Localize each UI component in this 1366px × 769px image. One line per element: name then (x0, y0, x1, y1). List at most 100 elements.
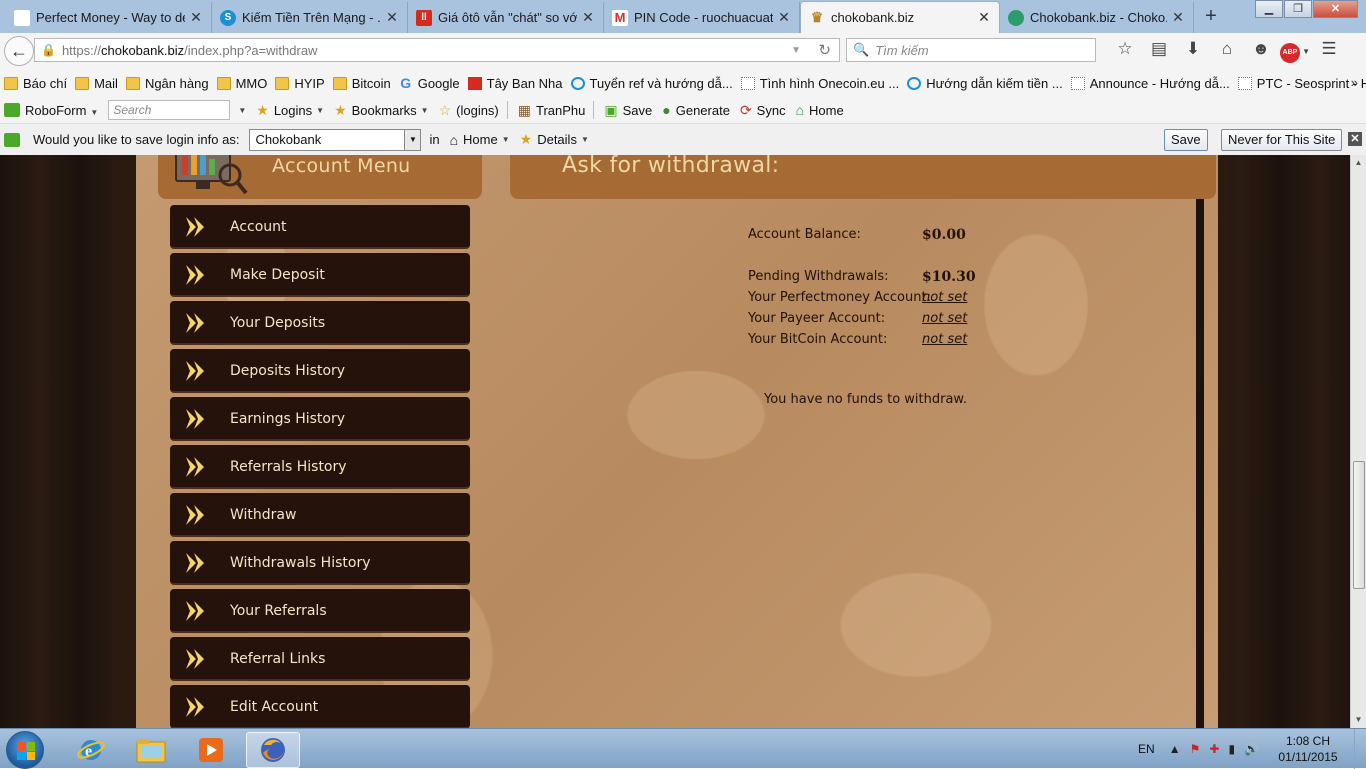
account-balance-value: $0.00 (922, 227, 966, 243)
bookmark-ptc[interactable]: PTC - Seosprint - Hướ... (1237, 76, 1366, 91)
bookmark-ngan-hang[interactable]: Ngân hàng (125, 76, 209, 91)
login-name-select[interactable]: Chokobank ▼ (249, 128, 422, 151)
bookmark-google[interactable]: G Google (399, 76, 459, 91)
menu-icon[interactable]: ☰ (1312, 39, 1346, 63)
menu-item-withdraw[interactable]: Withdraw (170, 493, 470, 537)
menu-item-earnings-history[interactable]: Earnings History (170, 397, 470, 441)
folder-select[interactable]: ⌂ Home ▼ (450, 132, 510, 148)
tab-perfect-money[interactable]: Perfect Money - Way to dev... ✕ (6, 2, 212, 33)
roboform-save-button[interactable]: ▣ Save (604, 102, 652, 119)
search-input[interactable]: 🔍 Tìm kiếm (846, 38, 1096, 62)
menu-item-account[interactable]: Account (170, 205, 470, 249)
menu-item-referrals-history[interactable]: Referrals History (170, 445, 470, 489)
roboform-search-input[interactable]: Search (108, 100, 231, 120)
vertical-scrollbar[interactable]: ▲ ▼ (1350, 155, 1366, 728)
bookmark-huong-dan[interactable]: Hướng dẫn kiếm tiền ... (907, 76, 1063, 91)
signal-icon[interactable]: ▮ (1228, 742, 1235, 756)
reload-icon[interactable]: ↻ (818, 41, 831, 59)
scroll-up-icon[interactable]: ▲ (1351, 155, 1366, 171)
network-warning-icon[interactable]: ⚑ (1190, 742, 1201, 756)
show-desktop-button[interactable] (1354, 729, 1366, 769)
new-tab-button[interactable]: + (1200, 4, 1222, 28)
url-bar[interactable]: 🔒 https://chokobank.biz/index.php?a=with… (34, 38, 840, 62)
menu-item-edit-account[interactable]: Edit Account (170, 685, 470, 728)
menu-item-your-referrals[interactable]: Your Referrals (170, 589, 470, 633)
close-tab-icon[interactable]: ✕ (581, 9, 595, 26)
menu-item-make-deposit[interactable]: Make Deposit (170, 253, 470, 297)
chat-icon[interactable]: ☻ (1244, 39, 1278, 63)
close-bar-icon[interactable]: ✕ (1348, 132, 1362, 146)
close-tab-icon[interactable]: ✕ (189, 9, 203, 26)
bookmark-star-icon[interactable]: ☆ (1108, 39, 1142, 63)
account-menu: Account Make Deposit Your Deposits Depos… (170, 205, 470, 728)
roboform-menu[interactable]: RoboForm ▼ (25, 103, 98, 118)
history-dropdown-icon[interactable]: ▼ (791, 45, 801, 56)
minimize-button[interactable]: ▁ (1255, 0, 1283, 18)
action-center-icon[interactable]: ✚ (1209, 742, 1219, 756)
bookmark-tuyen-ref[interactable]: Tuyển ref và hướng dẫ... (570, 76, 733, 91)
bookmark-announce[interactable]: Announce - Hướng dẫ... (1070, 76, 1230, 91)
tab-gia-oto[interactable]: ll Giá ôtô vẫn "chát" so vớ... ✕ (408, 2, 604, 33)
tranphu-button[interactable]: ▦ TranPhu (518, 102, 586, 119)
tab-kiem-tien[interactable]: S Kiếm Tiền Trên Mạng - ... ✕ (212, 2, 408, 33)
window-controls: ▁ ❐ ✕ (1254, 0, 1358, 18)
more-bookmarks-icon[interactable]: » (1351, 75, 1358, 90)
language-indicator[interactable]: EN (1138, 742, 1155, 756)
search-dropdown-icon[interactable]: ▼ (238, 106, 246, 115)
bookmark-tay-ban-nha[interactable]: Tây Ban Nha (467, 76, 563, 91)
generate-button[interactable]: ● Generate (662, 102, 730, 118)
menu-item-deposits-history[interactable]: Deposits History (170, 349, 470, 393)
folder-label: Home (463, 132, 498, 147)
close-tab-icon[interactable]: ✕ (1171, 9, 1185, 26)
media-player-button[interactable] (184, 732, 238, 768)
explorer-button[interactable] (124, 732, 178, 768)
double-arrow-icon (186, 649, 204, 669)
roboform-home-button[interactable]: ⌂ Home (796, 102, 844, 118)
logins-paren-button[interactable]: ☆ (logins) (439, 102, 499, 119)
clock[interactable]: 1:08 CH 01/11/2015 (1268, 733, 1348, 765)
bookmark-bitcoin[interactable]: Bitcoin (332, 76, 391, 91)
sync-button[interactable]: ⟳ Sync (740, 102, 786, 119)
menu-item-referral-links[interactable]: Referral Links (170, 637, 470, 681)
show-hidden-icons[interactable]: ▲ (1169, 742, 1181, 756)
bookmark-onecoin[interactable]: Tình hình Onecoin.eu ... (740, 76, 899, 91)
separator (593, 101, 595, 119)
pending-withdrawals-label: Pending Withdrawals: (748, 269, 889, 284)
menu-item-your-deposits[interactable]: Your Deposits (170, 301, 470, 345)
logins-menu[interactable]: ★ Logins ▼ (256, 102, 324, 119)
adblock-button[interactable]: ABP ▼ (1278, 39, 1312, 63)
home-icon: ⌂ (795, 102, 805, 118)
save-login-bar: Would you like to save login info as: Ch… (0, 123, 1366, 155)
tab-chokobank-active[interactable]: ♛ chokobank.biz ✕ (800, 1, 1000, 33)
bookmarks-menu[interactable]: ★ Bookmarks ▼ (334, 102, 429, 119)
generate-icon: ● (662, 102, 671, 118)
download-icon[interactable]: ⬇ (1176, 39, 1210, 63)
double-arrow-icon (186, 217, 204, 237)
back-button[interactable]: ← (4, 36, 34, 66)
close-window-button[interactable]: ✕ (1313, 0, 1358, 18)
restore-button[interactable]: ❐ (1284, 0, 1312, 18)
firefox-button[interactable] (246, 732, 300, 768)
internet-explorer-button[interactable]: e (64, 732, 118, 768)
never-for-site-button[interactable]: Never for This Site (1221, 129, 1343, 151)
start-button[interactable] (6, 731, 44, 769)
tab-pin-code[interactable]: M PIN Code - ruochuacuat... ✕ (604, 2, 800, 33)
home-icon[interactable]: ⌂ (1210, 39, 1244, 63)
bookmark-bao-chi[interactable]: Báo chí (4, 76, 67, 91)
details-menu[interactable]: ★ Details ▼ (520, 131, 589, 148)
bookmark-mmo[interactable]: MMO (216, 76, 267, 91)
scroll-thumb[interactable] (1353, 461, 1365, 589)
scroll-down-icon[interactable]: ▼ (1351, 712, 1366, 728)
close-tab-icon[interactable]: ✕ (385, 9, 399, 26)
bookmark-mail[interactable]: Mail (75, 76, 118, 91)
bookmark-hyip[interactable]: HYIP (275, 76, 325, 91)
menu-item-withdrawals-history[interactable]: Withdrawals History (170, 541, 470, 585)
perfectmoney-label: Your Perfectmoney Account: (748, 290, 931, 305)
save-login-button[interactable]: Save (1164, 129, 1208, 151)
windows-taskbar: e EN ▲ ⚑ ✚ ▮ 🔊 1:08 CH 01/11/2015 (0, 728, 1366, 769)
close-tab-icon[interactable]: ✕ (777, 9, 791, 26)
close-tab-icon[interactable]: ✕ (977, 9, 991, 26)
volume-icon[interactable]: 🔊 (1244, 742, 1259, 756)
reading-list-icon[interactable]: ▤ (1142, 39, 1176, 63)
tab-chokobank-2[interactable]: Chokobank.biz - Choko... ✕ (1000, 2, 1194, 33)
